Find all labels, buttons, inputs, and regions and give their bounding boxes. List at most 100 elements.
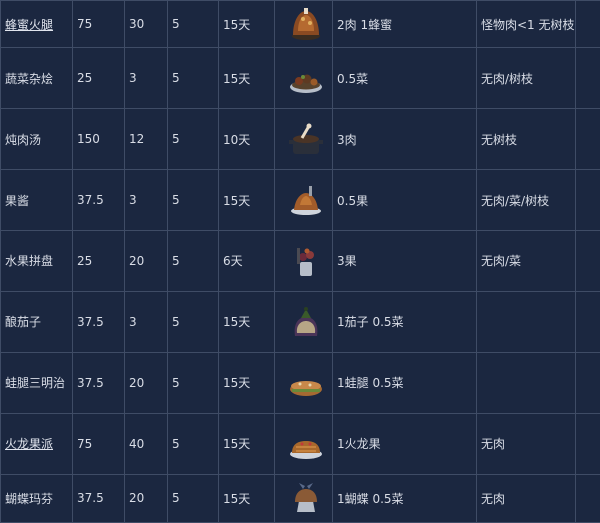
recipe-name: 蝴蝶玛芬 bbox=[5, 491, 54, 506]
hunger-cell: 25 bbox=[72, 229, 125, 292]
spoil-time-cell: 15天 bbox=[218, 412, 275, 475]
trailing-cell bbox=[575, 412, 600, 475]
recipe-name-cell: 蔬菜杂烩 bbox=[0, 47, 73, 110]
hunger-cell: 75 bbox=[72, 412, 125, 475]
spoil-time-cell: 15天 bbox=[218, 169, 275, 231]
meaty-stew-icon bbox=[288, 123, 323, 155]
hunger-cell: 37.5 bbox=[72, 473, 125, 523]
recipe-name-cell: 水果拼盘 bbox=[0, 229, 73, 292]
table-row: 果酱 37.5 3 5 15天 0.5果 无肉/菜/树枝 bbox=[0, 169, 600, 231]
recipe-name: 果酱 bbox=[5, 193, 30, 208]
recipe-name: 炖肉汤 bbox=[5, 132, 42, 147]
dragonpie-icon bbox=[289, 440, 322, 459]
trailing-cell bbox=[575, 108, 600, 171]
hunger-cell: 75 bbox=[72, 0, 125, 49]
sanity-cell: 5 bbox=[167, 412, 219, 475]
table-row: 火龙果派 75 40 5 15天 1火龙果 无肉 bbox=[0, 412, 600, 475]
health-cell: 30 bbox=[124, 0, 168, 49]
sanity-cell: 5 bbox=[167, 0, 219, 49]
health-cell: 20 bbox=[124, 351, 168, 414]
spoil-time-cell: 15天 bbox=[218, 0, 275, 49]
food-icon-cell bbox=[274, 412, 333, 475]
ingredients-cell: 1蛙腿 0.5菜 bbox=[332, 351, 477, 414]
health-cell: 20 bbox=[124, 473, 168, 523]
hunger-cell: 37.5 bbox=[72, 169, 125, 231]
trailing-cell bbox=[575, 290, 600, 353]
spoil-time-cell: 6天 bbox=[218, 229, 275, 292]
food-icon-cell bbox=[274, 108, 333, 171]
table-row: 蛙腿三明治 37.5 20 5 15天 1蛙腿 0.5菜 bbox=[0, 351, 600, 414]
ingredients-cell: 3果 bbox=[332, 229, 477, 292]
restrictions-cell: 无肉 bbox=[476, 412, 576, 475]
food-icon-cell bbox=[274, 0, 333, 49]
table-row: 炖肉汤 150 12 5 10天 3肉 无树枝 bbox=[0, 108, 600, 171]
stuffed-eggplant-icon bbox=[294, 306, 317, 336]
restrictions-cell: 无肉/菜/树枝 bbox=[476, 169, 576, 231]
table-row: 酿茄子 37.5 3 5 15天 1茄子 0.5菜 bbox=[0, 290, 600, 353]
health-cell: 20 bbox=[124, 229, 168, 292]
ingredients-cell: 1蝴蝶 0.5菜 bbox=[332, 473, 477, 523]
ingredients-cell: 3肉 bbox=[332, 108, 477, 171]
health-cell: 3 bbox=[124, 47, 168, 110]
ratatouille-icon bbox=[289, 74, 322, 94]
recipe-name: 蔬菜杂烩 bbox=[5, 71, 54, 86]
spoil-time-cell: 15天 bbox=[218, 473, 275, 523]
spoil-time-cell: 15天 bbox=[218, 47, 275, 110]
food-icon-cell bbox=[274, 351, 333, 414]
ingredients-cell: 2肉 1蜂蜜 bbox=[332, 0, 477, 49]
spoil-time-cell: 15天 bbox=[218, 290, 275, 353]
food-icon-cell bbox=[274, 47, 333, 110]
froggle-bunwich-icon bbox=[289, 380, 322, 396]
honey-ham-icon bbox=[291, 8, 320, 41]
hunger-cell: 37.5 bbox=[72, 290, 125, 353]
recipe-name-cell: 酿茄子 bbox=[0, 290, 73, 353]
sanity-cell: 5 bbox=[167, 47, 219, 110]
sanity-cell: 5 bbox=[167, 229, 219, 292]
health-cell: 3 bbox=[124, 169, 168, 231]
sanity-cell: 5 bbox=[167, 169, 219, 231]
restrictions-cell bbox=[476, 351, 576, 414]
recipe-name-cell: 炖肉汤 bbox=[0, 108, 73, 171]
restrictions-cell: 无肉 bbox=[476, 473, 576, 523]
recipe-name-cell: 火龙果派 bbox=[0, 412, 73, 475]
fruit-medley-icon bbox=[296, 247, 314, 276]
health-cell: 3 bbox=[124, 290, 168, 353]
hunger-cell: 25 bbox=[72, 47, 125, 110]
trailing-cell bbox=[575, 169, 600, 231]
fist-full-of-jam-icon bbox=[290, 186, 321, 216]
recipe-name-cell: 蝴蝶玛芬 bbox=[0, 473, 73, 523]
hunger-cell: 37.5 bbox=[72, 351, 125, 414]
recipe-name: 蛙腿三明治 bbox=[5, 376, 66, 391]
ingredients-cell: 1火龙果 bbox=[332, 412, 477, 475]
trailing-cell bbox=[575, 47, 600, 110]
food-icon-cell bbox=[274, 169, 333, 231]
recipe-name-link[interactable]: 蜂蜜火腿 bbox=[5, 18, 53, 32]
restrictions-cell bbox=[476, 290, 576, 353]
health-cell: 40 bbox=[124, 412, 168, 475]
recipe-name-link[interactable]: 火龙果派 bbox=[5, 437, 53, 451]
hunger-cell: 150 bbox=[72, 108, 125, 171]
restrictions-cell: 无肉/树枝 bbox=[476, 47, 576, 110]
health-cell: 12 bbox=[124, 108, 168, 171]
ingredients-cell: 0.5菜 bbox=[332, 47, 477, 110]
table-row: 水果拼盘 25 20 5 6天 3果 无肉/菜 bbox=[0, 229, 600, 292]
table-row: 蔬菜杂烩 25 3 5 15天 0.5菜 无肉/树枝 bbox=[0, 47, 600, 110]
food-icon-cell bbox=[274, 473, 333, 523]
trailing-cell bbox=[575, 473, 600, 523]
trailing-cell bbox=[575, 229, 600, 292]
butter-muffin-icon bbox=[294, 483, 317, 513]
table-row: 蝴蝶玛芬 37.5 20 5 15天 1蝴蝶 0.5菜 无肉 bbox=[0, 473, 600, 523]
ingredients-cell: 0.5果 bbox=[332, 169, 477, 231]
ingredients-cell: 1茄子 0.5菜 bbox=[332, 290, 477, 353]
recipe-name-cell: 蛙腿三明治 bbox=[0, 351, 73, 414]
recipe-name-cell: 蜂蜜火腿 bbox=[0, 0, 73, 49]
recipe-name: 酿茄子 bbox=[5, 315, 42, 330]
restrictions-cell: 无肉/菜 bbox=[476, 229, 576, 292]
food-icon-cell bbox=[274, 229, 333, 292]
restrictions-cell: 无树枝 bbox=[476, 108, 576, 171]
spoil-time-cell: 10天 bbox=[218, 108, 275, 171]
recipe-name: 水果拼盘 bbox=[5, 254, 54, 269]
sanity-cell: 5 bbox=[167, 351, 219, 414]
trailing-cell bbox=[575, 351, 600, 414]
restrictions-cell: 怪物肉<1 无树枝 bbox=[476, 0, 576, 49]
